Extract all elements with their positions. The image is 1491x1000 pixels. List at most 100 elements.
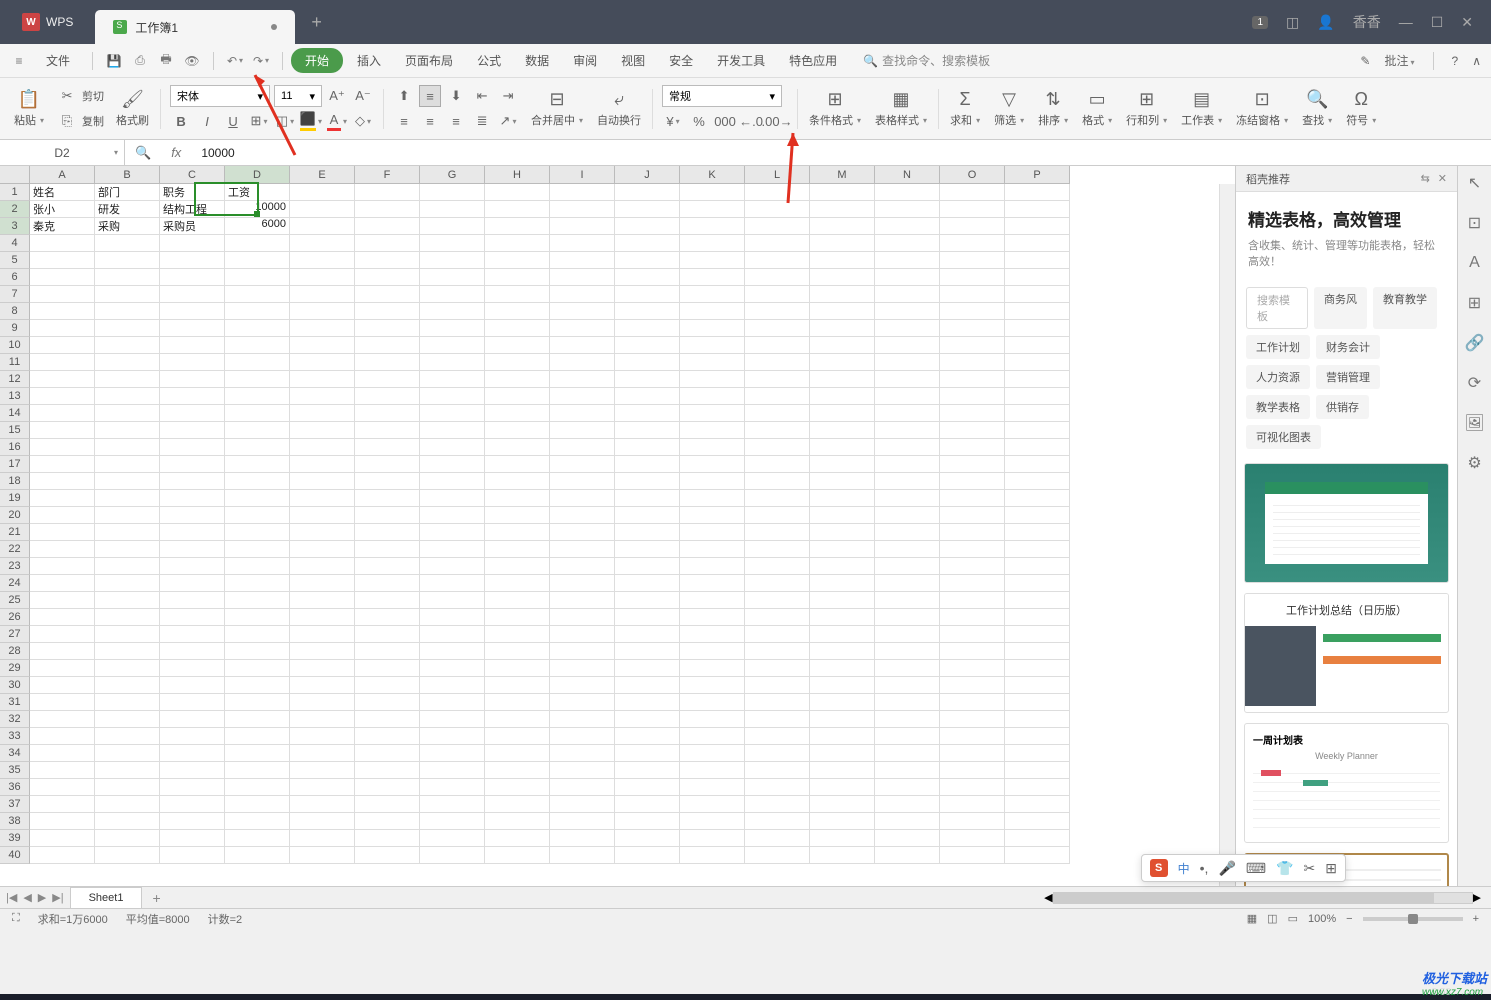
cell-G4[interactable]: [420, 235, 485, 252]
font-select[interactable]: 宋体▾: [170, 85, 270, 107]
cell-F7[interactable]: [355, 286, 420, 303]
row-header-34[interactable]: 34: [0, 745, 30, 762]
cell-M35[interactable]: [810, 762, 875, 779]
tab-view[interactable]: 视图: [611, 47, 655, 74]
cell-E22[interactable]: [290, 541, 355, 558]
ime-punct-icon[interactable]: •,: [1200, 860, 1209, 876]
cell-F26[interactable]: [355, 609, 420, 626]
cell-B11[interactable]: [95, 354, 160, 371]
cell-C10[interactable]: [160, 337, 225, 354]
cond-format-icon[interactable]: ⊞: [827, 89, 842, 110]
row-header-30[interactable]: 30: [0, 677, 30, 694]
cell-L16[interactable]: [745, 439, 810, 456]
cell-O5[interactable]: [940, 252, 1005, 269]
cell-M37[interactable]: [810, 796, 875, 813]
cell-A13[interactable]: [30, 388, 95, 405]
cell-G39[interactable]: [420, 830, 485, 847]
sheet-next-icon[interactable]: ▶: [38, 891, 46, 904]
cell-E8[interactable]: [290, 303, 355, 320]
cell-A31[interactable]: [30, 694, 95, 711]
cell-C15[interactable]: [160, 422, 225, 439]
cell-P40[interactable]: [1005, 847, 1070, 864]
cell-D8[interactable]: [225, 303, 290, 320]
tag-business[interactable]: 商务风: [1314, 287, 1367, 329]
cell-E23[interactable]: [290, 558, 355, 575]
align-middle-icon[interactable]: ≡: [419, 85, 441, 107]
add-sheet-button[interactable]: +: [142, 890, 170, 906]
cell-P31[interactable]: [1005, 694, 1070, 711]
cell-D6[interactable]: [225, 269, 290, 286]
cell-H29[interactable]: [485, 660, 550, 677]
row-header-35[interactable]: 35: [0, 762, 30, 779]
symbol-icon[interactable]: Ω: [1354, 89, 1367, 110]
cell-I12[interactable]: [550, 371, 615, 388]
cell-H11[interactable]: [485, 354, 550, 371]
tool-image-icon[interactable]: 🖼: [1464, 412, 1486, 434]
col-header-F[interactable]: F: [355, 166, 420, 184]
cell-A12[interactable]: [30, 371, 95, 388]
cell-C35[interactable]: [160, 762, 225, 779]
cell-K31[interactable]: [680, 694, 745, 711]
cell-D36[interactable]: [225, 779, 290, 796]
cell-D1[interactable]: 工资: [225, 184, 290, 201]
cell-F37[interactable]: [355, 796, 420, 813]
cell-L17[interactable]: [745, 456, 810, 473]
tab-security[interactable]: 安全: [659, 47, 703, 74]
cell-A16[interactable]: [30, 439, 95, 456]
cell-I10[interactable]: [550, 337, 615, 354]
cell-I19[interactable]: [550, 490, 615, 507]
row-header-39[interactable]: 39: [0, 830, 30, 847]
clear-icon[interactable]: ◇: [352, 110, 374, 132]
cell-P28[interactable]: [1005, 643, 1070, 660]
cell-D30[interactable]: [225, 677, 290, 694]
cell-I6[interactable]: [550, 269, 615, 286]
cell-L1[interactable]: [745, 184, 810, 201]
cell-B32[interactable]: [95, 711, 160, 728]
cell-J3[interactable]: [615, 218, 680, 235]
cell-J14[interactable]: [615, 405, 680, 422]
cell-D33[interactable]: [225, 728, 290, 745]
cell-A21[interactable]: [30, 524, 95, 541]
cell-L24[interactable]: [745, 575, 810, 592]
expand-icon[interactable]: ⛶: [12, 912, 20, 925]
cell-J35[interactable]: [615, 762, 680, 779]
decrease-font-icon[interactable]: A⁻: [352, 85, 374, 107]
cell-A25[interactable]: [30, 592, 95, 609]
row-header-7[interactable]: 7: [0, 286, 30, 303]
cell-N37[interactable]: [875, 796, 940, 813]
cell-E20[interactable]: [290, 507, 355, 524]
cell-N22[interactable]: [875, 541, 940, 558]
cell-N14[interactable]: [875, 405, 940, 422]
cell-D12[interactable]: [225, 371, 290, 388]
cell-I8[interactable]: [550, 303, 615, 320]
cell-F38[interactable]: [355, 813, 420, 830]
cell-L7[interactable]: [745, 286, 810, 303]
border-icon[interactable]: ⊞: [248, 110, 270, 132]
sort-icon[interactable]: ⇅: [1046, 89, 1061, 110]
row-header-12[interactable]: 12: [0, 371, 30, 388]
cell-F10[interactable]: [355, 337, 420, 354]
cell-I34[interactable]: [550, 745, 615, 762]
decrease-decimal-icon[interactable]: .00→: [766, 110, 788, 132]
cell-K13[interactable]: [680, 388, 745, 405]
cell-H21[interactable]: [485, 524, 550, 541]
cell-A27[interactable]: [30, 626, 95, 643]
cell-N13[interactable]: [875, 388, 940, 405]
cell-G6[interactable]: [420, 269, 485, 286]
cell-H40[interactable]: [485, 847, 550, 864]
cell-D10[interactable]: [225, 337, 290, 354]
cell-N6[interactable]: [875, 269, 940, 286]
cell-H39[interactable]: [485, 830, 550, 847]
cell-J24[interactable]: [615, 575, 680, 592]
cell-L27[interactable]: [745, 626, 810, 643]
cell-I2[interactable]: [550, 201, 615, 218]
cell-M17[interactable]: [810, 456, 875, 473]
cell-N7[interactable]: [875, 286, 940, 303]
cell-G20[interactable]: [420, 507, 485, 524]
cell-G18[interactable]: [420, 473, 485, 490]
cell-K39[interactable]: [680, 830, 745, 847]
cell-P22[interactable]: [1005, 541, 1070, 558]
print-icon[interactable]: 🖶: [157, 52, 175, 70]
cell-H9[interactable]: [485, 320, 550, 337]
tag-supply[interactable]: 供销存: [1316, 395, 1369, 419]
